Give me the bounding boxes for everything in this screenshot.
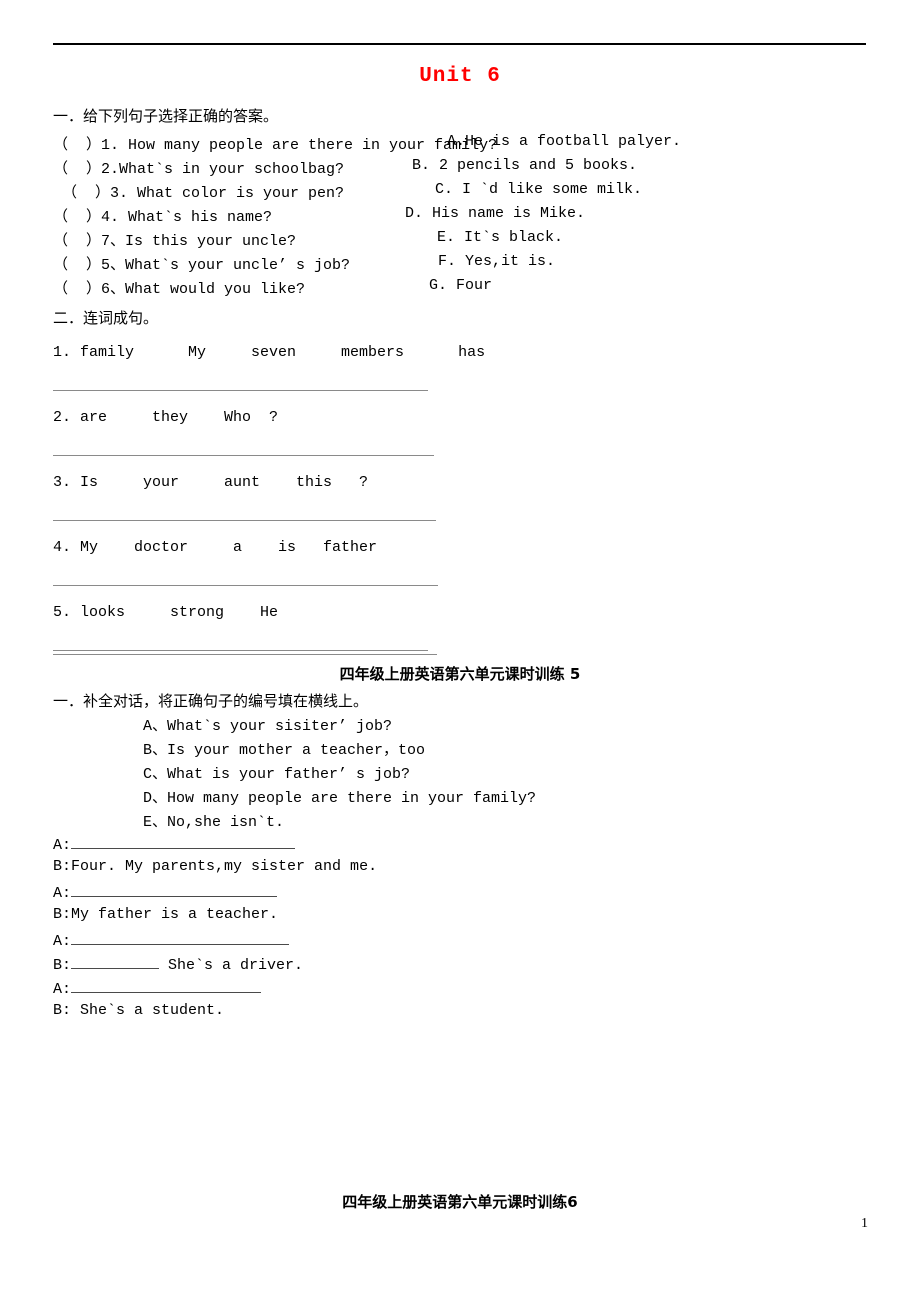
answer-blank-line[interactable] — [53, 585, 438, 586]
answer-blank-line[interactable] — [53, 520, 436, 521]
dialogue-answer-blank[interactable] — [71, 834, 296, 849]
matching-answer: A.He is a football palyer. — [447, 133, 682, 150]
matching-question[interactable]: （ ）1. How many people are there in your … — [53, 133, 497, 154]
matching-answer: B. 2 pencils and 5 books. — [412, 157, 638, 174]
dialogue-answer-blank[interactable] — [71, 978, 262, 993]
matching-row: （ ）1. How many people are there in your … — [53, 133, 873, 157]
dialogue-speaker: B: — [53, 858, 72, 875]
dialogue-speaker: B: — [53, 957, 72, 974]
dialogue-line: B:Four. My parents,my sister and me. — [53, 858, 377, 875]
dialogue-line: A: — [53, 978, 262, 998]
dialogue-line: B: She`s a driver. — [53, 954, 303, 974]
word-order-item: 3. Is your aunt this ? — [53, 474, 369, 491]
matching-question[interactable]: （ ）5、What`s your uncle’ s job? — [53, 253, 350, 274]
worksheet-page: Unit 6 一．给下列句子选择正确的答案。 （ ）1. How many pe… — [0, 0, 920, 1302]
dialogue-line: A: — [53, 834, 296, 854]
header-divider — [53, 43, 866, 45]
matching-answer: F. Yes,it is. — [438, 253, 556, 270]
matching-row: （ ）5、What`s your uncle’ s job? F. Yes,it … — [53, 253, 873, 277]
matching-question[interactable]: （ ）7、Is this your uncle? — [53, 229, 296, 250]
section-three-heading: 一．补全对话，将正确句子的编号填在横线上。 — [53, 692, 369, 710]
matching-question[interactable]: （ ）4. What`s his name? — [53, 205, 272, 226]
dialogue-speaker: B: — [53, 906, 72, 923]
dialogue-text: Four. My parents,my sister and me. — [71, 858, 378, 875]
matching-answer: C. I `d like some milk. — [435, 181, 643, 198]
dialogue-text: My father is a teacher. — [71, 906, 279, 923]
dialogue-speaker: A: — [53, 837, 72, 854]
dialogue-text: She`s a student. — [71, 1002, 225, 1019]
page-number: 1 — [861, 1216, 868, 1231]
matching-row: （ ）3. What color is your pen? C. I `d lik… — [53, 181, 873, 205]
dialogue-option[interactable]: C、What is your father’ s job? — [143, 762, 410, 783]
word-order-item: 1. family My seven members has — [53, 344, 486, 361]
dialogue-speaker: A: — [53, 933, 72, 950]
word-order-item: 4. My doctor a is father — [53, 539, 378, 556]
dialogue-speaker: B: — [53, 1002, 72, 1019]
dialogue-speaker: A: — [53, 885, 72, 902]
matching-answer: G. Four — [429, 277, 493, 294]
dialogue-option[interactable]: A、What`s your sisiter’ job? — [143, 714, 392, 735]
answer-blank-line[interactable] — [53, 390, 428, 391]
word-order-item: 5. looks strong He — [53, 604, 279, 621]
page-title: Unit 6 — [419, 65, 501, 88]
dialogue-answer-blank[interactable] — [71, 930, 290, 945]
dialogue-option[interactable]: D、How many people are there in your fami… — [143, 786, 536, 807]
dialogue-option[interactable]: E、No,she isn`t. — [143, 810, 284, 831]
dialogue-speaker: A: — [53, 981, 72, 998]
matching-answer: D. His name is Mike. — [405, 205, 586, 222]
matching-answer: E. It`s black. — [437, 229, 564, 246]
mid-divider — [53, 654, 437, 655]
dialogue-line: B:My father is a teacher. — [53, 906, 278, 923]
dialogue-line: A: — [53, 882, 278, 902]
matching-row: （ ）7、Is this your uncle? E. It`s black. — [53, 229, 873, 253]
word-order-item: 2. are they Who ? — [53, 409, 279, 426]
matching-row: （ ）2.What`s in your schoolbag? B. 2 penci… — [53, 157, 873, 181]
dialogue-answer-blank[interactable] — [71, 954, 160, 969]
dialogue-option[interactable]: B、Is your mother a teacher，too — [143, 738, 425, 759]
dialogue-text: She`s a driver. — [159, 957, 304, 974]
dialogue-line: A: — [53, 930, 290, 950]
section-two-heading: 二．连词成句。 — [53, 309, 159, 327]
footer-heading: 四年级上册英语第六单元课时训练6 — [342, 1193, 578, 1211]
matching-row: （ ）6、What would you like? G. Four — [53, 277, 873, 301]
matching-row: （ ）4. What`s his name? D. His name is Mik… — [53, 205, 873, 229]
dialogue-line: B: She`s a student. — [53, 1002, 224, 1019]
answer-blank-line[interactable] — [53, 455, 434, 456]
matching-question[interactable]: （ ）6、What would you like? — [53, 277, 305, 298]
matching-question[interactable]: （ ）3. What color is your pen? — [53, 181, 344, 202]
matching-question[interactable]: （ ）2.What`s in your schoolbag? — [53, 157, 344, 178]
section-one-heading: 一．给下列句子选择正确的答案。 — [53, 107, 279, 125]
answer-blank-line[interactable] — [53, 650, 428, 651]
dialogue-answer-blank[interactable] — [71, 882, 278, 897]
mid-heading: 四年级上册英语第六单元课时训练 5 — [339, 665, 581, 683]
